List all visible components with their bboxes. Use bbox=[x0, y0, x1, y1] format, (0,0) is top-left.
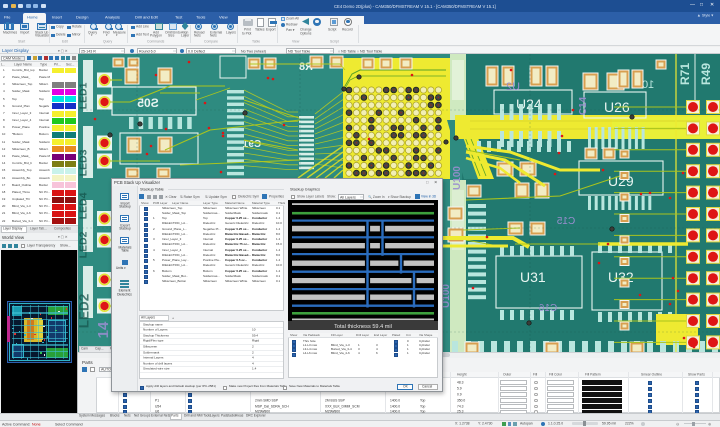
svg-text:LED3: LED3 bbox=[78, 149, 90, 176]
svg-text:C14: C14 bbox=[578, 96, 589, 115]
svg-text:LED2: LED2 bbox=[78, 294, 92, 329]
svg-text:C16: C16 bbox=[538, 303, 557, 314]
svg-text:U2: U2 bbox=[506, 81, 520, 93]
svg-text:U31: U31 bbox=[520, 269, 546, 285]
svg-text:LED4: LED4 bbox=[78, 192, 90, 219]
svg-text:R49: R49 bbox=[699, 63, 713, 85]
svg-text:Total thickness 59.4 mil: Total thickness 59.4 mil bbox=[334, 324, 392, 330]
svg-text:U100: U100 bbox=[452, 166, 463, 190]
svg-text:C15: C15 bbox=[556, 216, 575, 227]
svg-text:14: 14 bbox=[95, 321, 112, 338]
svg-text:R71: R71 bbox=[678, 63, 692, 85]
svg-text:LED1: LED1 bbox=[78, 82, 90, 109]
svg-text:LED2: LED2 bbox=[78, 231, 90, 258]
